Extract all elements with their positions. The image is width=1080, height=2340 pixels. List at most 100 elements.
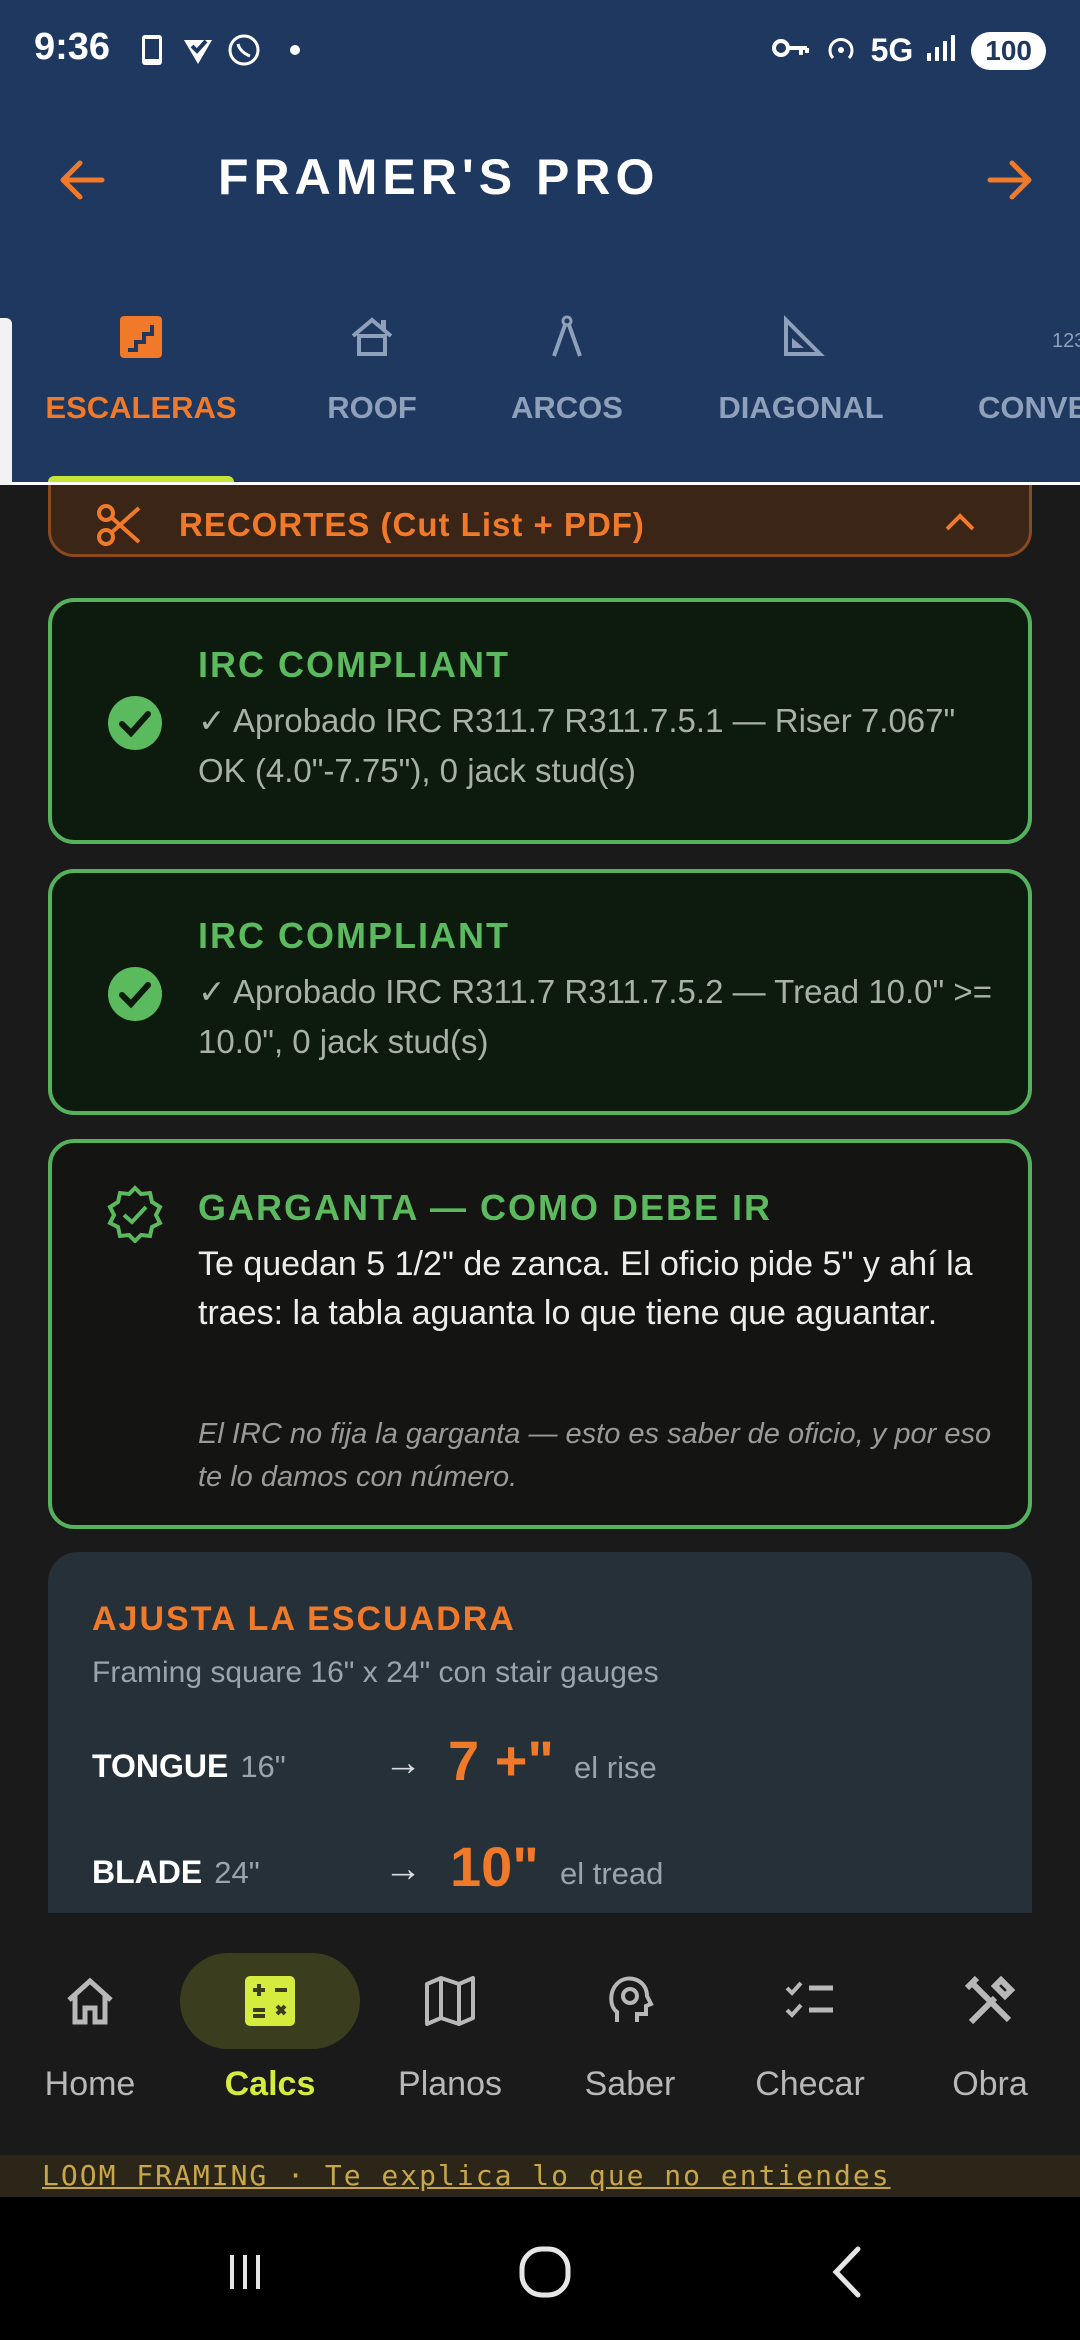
stairs-icon [120, 316, 162, 358]
row-label-text: BLADE [92, 1854, 203, 1890]
app-title: FRAMER'S PRO [218, 149, 660, 205]
main-content[interactable]: RECORTES (Cut List + PDF) IRC COMPLIANT … [0, 485, 1080, 1913]
notification-icons [134, 32, 300, 68]
nav-label: Home [44, 2065, 136, 2103]
footer-text: LOOM FRAMING · Te explica lo que no enti… [42, 2159, 891, 2192]
tab-label: DIAGONAL [718, 390, 884, 425]
garganta-body: Te quedan 5 1/2" de zanca. El oficio pid… [198, 1245, 973, 1332]
tab-roof[interactable]: ROOF [312, 312, 432, 426]
system-status-icons: 5G 100 [771, 30, 1046, 71]
battery-level: 100 [971, 31, 1046, 70]
row-caption: el rise [574, 1750, 657, 1785]
arrow-left-icon [60, 160, 105, 200]
calculator-icon [245, 1976, 295, 2026]
row-arrow: → [384, 1848, 422, 1890]
nav-label: Saber [584, 2065, 676, 2103]
verified-app-icon [180, 32, 216, 68]
tab-escaleras[interactable]: ESCALERAS [45, 312, 237, 426]
nav-calcs[interactable]: Calcs [180, 1953, 360, 2104]
numbers-icon-text: 123 [1052, 330, 1080, 352]
garganta-note: El IRC no fija la garganta — esto es sab… [198, 1418, 992, 1493]
recent-apps-button[interactable] [210, 2237, 280, 2307]
home-button[interactable] [510, 2237, 580, 2307]
app-header: 9:36 5G 100 FRAMER'S PRO ESCALERAS ROOF … [0, 0, 1080, 485]
nav-icon-container [360, 1953, 540, 2049]
map-icon [425, 1976, 475, 2026]
head-gear-icon [609, 1976, 654, 2022]
calculator-tabs: ESCALERAS ROOF ARCOS DIAGONAL 123 CONVE [0, 312, 1080, 484]
recortes-section-header[interactable]: RECORTES (Cut List + PDF) [48, 485, 1032, 557]
tab-arcos[interactable]: ARCOS [500, 312, 634, 426]
vpn-key-icon [771, 33, 811, 68]
bottom-navigation: Home Calcs Planos Saber Checar Obra [0, 1913, 1080, 2155]
nav-label: Obra [952, 2065, 1028, 2103]
verified-badge-icon [107, 1185, 163, 1243]
nav-icon-container [540, 1953, 720, 2049]
tab-conversiones[interactable]: 123 CONVE [978, 312, 1080, 426]
more-notifications-icon [290, 45, 300, 55]
nav-label: Calcs [224, 2065, 316, 2103]
nav-icon-container [0, 1953, 180, 2049]
tab-diagonal[interactable]: DIAGONAL [710, 312, 892, 426]
row-arrow: → [384, 1742, 422, 1784]
tongue-label: TONGUE 16" [92, 1748, 286, 1785]
card-title: IRC COMPLIANT [198, 644, 510, 685]
nav-label: Checar [755, 2065, 865, 2103]
row-unit: 16" [240, 1749, 286, 1784]
tools-icon [964, 1975, 1016, 2025]
row-unit: 24" [214, 1855, 260, 1890]
blade-label: BLADE 24" [92, 1854, 260, 1891]
tab-label: CONVE [978, 390, 1080, 425]
escuadra-title: AJUSTA LA ESCUADRA [92, 1600, 516, 1638]
network-type: 5G [870, 32, 914, 68]
nav-icon-container [720, 1953, 900, 2049]
card-text: ✓ Aprobado IRC R311.7 R311.7.5.2 — Tread… [198, 973, 992, 1060]
blade-value: 10" [450, 1835, 539, 1898]
nav-saber[interactable]: Saber [540, 1953, 720, 2104]
system-navigation-bar [0, 2197, 1080, 2340]
checklist-icon [785, 1981, 833, 2018]
row-caption: el tread [560, 1856, 664, 1891]
system-back-button[interactable] [814, 2237, 884, 2307]
nav-checar[interactable]: Checar [720, 1953, 900, 2104]
nav-label: Planos [398, 2065, 502, 2103]
signal-icon [925, 33, 959, 68]
forward-button[interactable] [980, 150, 1040, 210]
status-bar: 9:36 5G 100 [0, 0, 1080, 100]
garganta-card: GARGANTA — COMO DEBE IR Te quedan 5 1/2"… [48, 1139, 1032, 1529]
check-circle-icon [108, 696, 162, 750]
set-square-icon [784, 315, 825, 356]
chevron-up-icon [945, 513, 975, 531]
nav-planos[interactable]: Planos [360, 1953, 540, 2104]
recortes-label: RECORTES (Cut List + PDF) [179, 506, 645, 543]
back-button[interactable] [52, 150, 112, 210]
escuadra-subtitle: Framing square 16" x 24" con stair gauge… [92, 1656, 659, 1689]
irc-compliant-card-riser: IRC COMPLIANT ✓ Aprobado IRC R311.7 R311… [48, 598, 1032, 844]
escuadra-card: AJUSTA LA ESCUADRA Framing square 16" x … [48, 1552, 1032, 1913]
tab-label: ARCOS [511, 390, 623, 425]
irc-compliant-card-tread: IRC COMPLIANT ✓ Aprobado IRC R311.7 R311… [48, 869, 1032, 1115]
home-icon [67, 1977, 113, 2025]
hotspot-icon [823, 30, 859, 71]
tab-label: ROOF [327, 390, 417, 425]
numbers-icon: 123 [1052, 312, 1080, 362]
nav-home[interactable]: Home [0, 1953, 180, 2104]
nav-obra[interactable]: Obra [900, 1953, 1080, 2104]
tab-label: ESCALERAS [45, 390, 237, 425]
compass-icon [552, 315, 582, 357]
whatsapp-icon [226, 32, 262, 68]
nav-icon-container [900, 1953, 1080, 2049]
status-time: 9:36 [34, 26, 111, 68]
nav-icon-container [180, 1953, 360, 2049]
footer-marquee: LOOM FRAMING · Te explica lo que no enti… [0, 2155, 1080, 2197]
card-title: IRC COMPLIANT [198, 915, 510, 956]
roof-icon [351, 317, 393, 356]
card-title: GARGANTA — COMO DEBE IR [198, 1187, 772, 1228]
check-circle-icon [108, 967, 162, 1021]
scissors-icon [97, 504, 141, 546]
tongue-value: 7 +" [448, 1729, 554, 1792]
row-label-text: TONGUE [92, 1748, 229, 1784]
phone-screen-icon [134, 32, 170, 68]
card-text: ✓ Aprobado IRC R311.7 R311.7.5.1 — Riser… [198, 702, 956, 789]
arrow-right-icon [987, 160, 1032, 200]
